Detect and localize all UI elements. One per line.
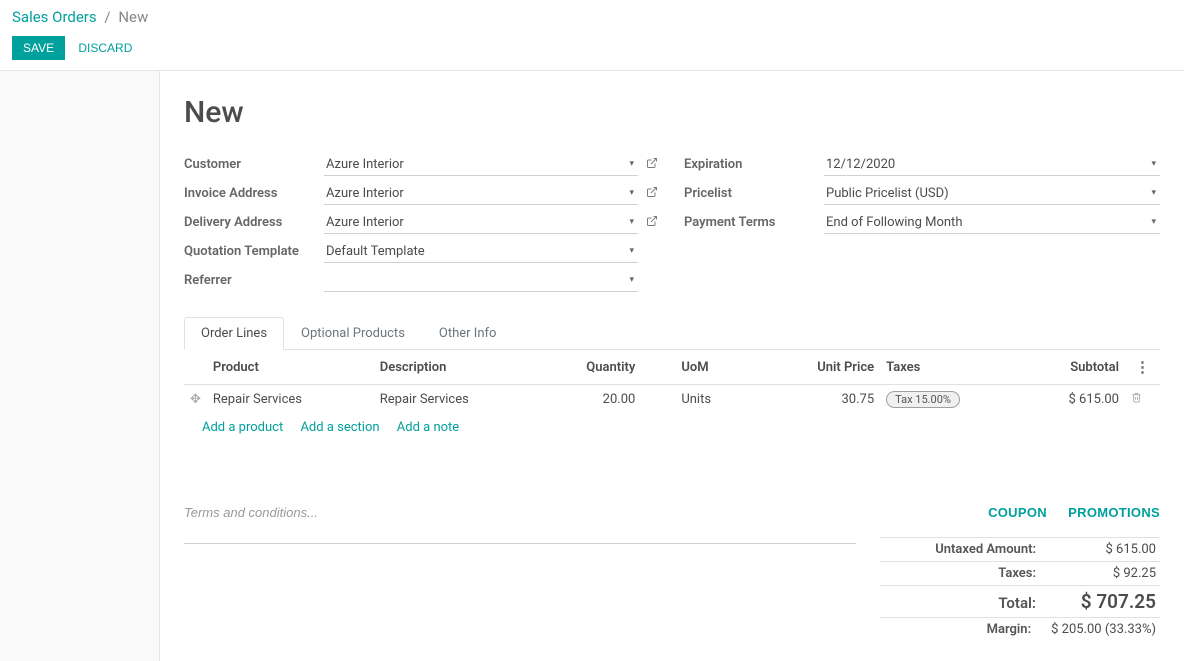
terms-input[interactable] bbox=[184, 505, 856, 520]
promotions-button[interactable]: PROMOTIONS bbox=[1068, 505, 1160, 520]
caret-down-icon[interactable]: ▾ bbox=[625, 159, 638, 169]
untaxed-value: $ 615.00 bbox=[1056, 542, 1156, 557]
payment-terms-label: Payment Terms bbox=[684, 215, 824, 230]
expiration-value: 12/12/2020 bbox=[826, 157, 1147, 172]
caret-down-icon[interactable]: ▾ bbox=[1147, 217, 1160, 227]
left-gutter bbox=[0, 71, 160, 661]
col-quantity: Quantity bbox=[541, 350, 642, 385]
invoice-address-label: Invoice Address bbox=[184, 186, 324, 201]
caret-down-icon[interactable]: ▾ bbox=[625, 188, 638, 198]
customer-value: Azure Interior bbox=[326, 157, 625, 172]
col-subtotal: Subtotal bbox=[1022, 350, 1125, 385]
caret-down-icon[interactable]: ▾ bbox=[1147, 159, 1160, 169]
cell-description[interactable]: Repair Services bbox=[374, 385, 541, 415]
external-link-icon[interactable] bbox=[644, 157, 660, 172]
pricelist-field[interactable]: Public Pricelist (USD) ▾ bbox=[824, 183, 1160, 205]
expiration-label: Expiration bbox=[684, 157, 824, 172]
external-link-icon[interactable] bbox=[644, 186, 660, 201]
caret-down-icon[interactable]: ▾ bbox=[625, 217, 638, 227]
breadcrumb-parent[interactable]: Sales Orders bbox=[12, 8, 97, 26]
delivery-address-value: Azure Interior bbox=[326, 215, 625, 230]
drag-handle-icon[interactable]: ✥ bbox=[190, 392, 201, 407]
caret-down-icon[interactable]: ▾ bbox=[625, 275, 638, 285]
col-product: Product bbox=[207, 350, 374, 385]
cell-quantity[interactable]: 20.00 bbox=[541, 385, 642, 415]
table-row[interactable]: ✥ Repair Services Repair Services 20.00 … bbox=[184, 385, 1160, 415]
tab-other-info[interactable]: Other Info bbox=[422, 317, 514, 350]
taxes-label: Taxes: bbox=[884, 566, 1056, 581]
referrer-field[interactable]: ▾ bbox=[324, 270, 638, 292]
col-uom: UoM bbox=[641, 350, 766, 385]
payment-terms-value: End of Following Month bbox=[826, 215, 1147, 230]
untaxed-label: Untaxed Amount: bbox=[884, 542, 1056, 557]
cell-uom[interactable]: Units bbox=[641, 385, 766, 415]
breadcrumb-sep: / bbox=[104, 8, 110, 26]
margin-value: $ 205.00 (33.33%) bbox=[1051, 622, 1156, 637]
col-description: Description bbox=[374, 350, 541, 385]
col-taxes: Taxes bbox=[880, 350, 1022, 385]
delivery-address-field[interactable]: Azure Interior ▾ bbox=[324, 212, 638, 234]
cell-unit-price[interactable]: 30.75 bbox=[766, 385, 880, 415]
breadcrumb: Sales Orders / New bbox=[12, 8, 1172, 26]
add-product-link[interactable]: Add a product bbox=[202, 420, 283, 435]
add-note-link[interactable]: Add a note bbox=[397, 420, 459, 435]
cell-taxes[interactable]: Tax 15.00% bbox=[880, 385, 1022, 415]
cell-product[interactable]: Repair Services bbox=[207, 385, 374, 415]
customer-label: Customer bbox=[184, 157, 324, 172]
margin-label: Margin: bbox=[884, 622, 1051, 637]
invoice-address-field[interactable]: Azure Interior ▾ bbox=[324, 183, 638, 205]
expiration-field[interactable]: 12/12/2020 ▾ bbox=[824, 154, 1160, 176]
col-unit-price: Unit Price bbox=[766, 350, 880, 385]
total-label: Total: bbox=[884, 594, 1056, 612]
breadcrumb-current: New bbox=[118, 8, 148, 26]
caret-down-icon[interactable]: ▾ bbox=[1147, 188, 1160, 198]
quotation-template-value: Default Template bbox=[326, 244, 625, 259]
caret-down-icon[interactable]: ▾ bbox=[625, 246, 638, 256]
coupon-button[interactable]: COUPON bbox=[988, 505, 1047, 520]
external-link-icon[interactable] bbox=[644, 215, 660, 230]
discard-button[interactable]: DISCARD bbox=[68, 36, 142, 60]
save-button[interactable]: SAVE bbox=[12, 36, 65, 60]
page-title: New bbox=[184, 95, 1160, 130]
cell-subtotal: $ 615.00 bbox=[1022, 385, 1125, 415]
invoice-address-value: Azure Interior bbox=[326, 186, 625, 201]
kebab-menu-icon[interactable]: ⋮ bbox=[1131, 358, 1154, 376]
tax-badge[interactable]: Tax 15.00% bbox=[886, 391, 960, 408]
tab-optional-products[interactable]: Optional Products bbox=[284, 317, 422, 350]
quotation-template-label: Quotation Template bbox=[184, 244, 324, 259]
pricelist-label: Pricelist bbox=[684, 186, 824, 201]
delivery-address-label: Delivery Address bbox=[184, 215, 324, 230]
add-section-link[interactable]: Add a section bbox=[300, 420, 379, 435]
payment-terms-field[interactable]: End of Following Month ▾ bbox=[824, 212, 1160, 234]
total-value: $ 707.25 bbox=[1056, 590, 1156, 613]
customer-field[interactable]: Azure Interior ▾ bbox=[324, 154, 638, 176]
trash-icon[interactable] bbox=[1131, 392, 1142, 406]
quotation-template-field[interactable]: Default Template ▾ bbox=[324, 241, 638, 263]
pricelist-value: Public Pricelist (USD) bbox=[826, 186, 1147, 201]
tab-order-lines[interactable]: Order Lines bbox=[184, 317, 284, 350]
referrer-label: Referrer bbox=[184, 273, 324, 288]
taxes-value: $ 92.25 bbox=[1056, 566, 1156, 581]
